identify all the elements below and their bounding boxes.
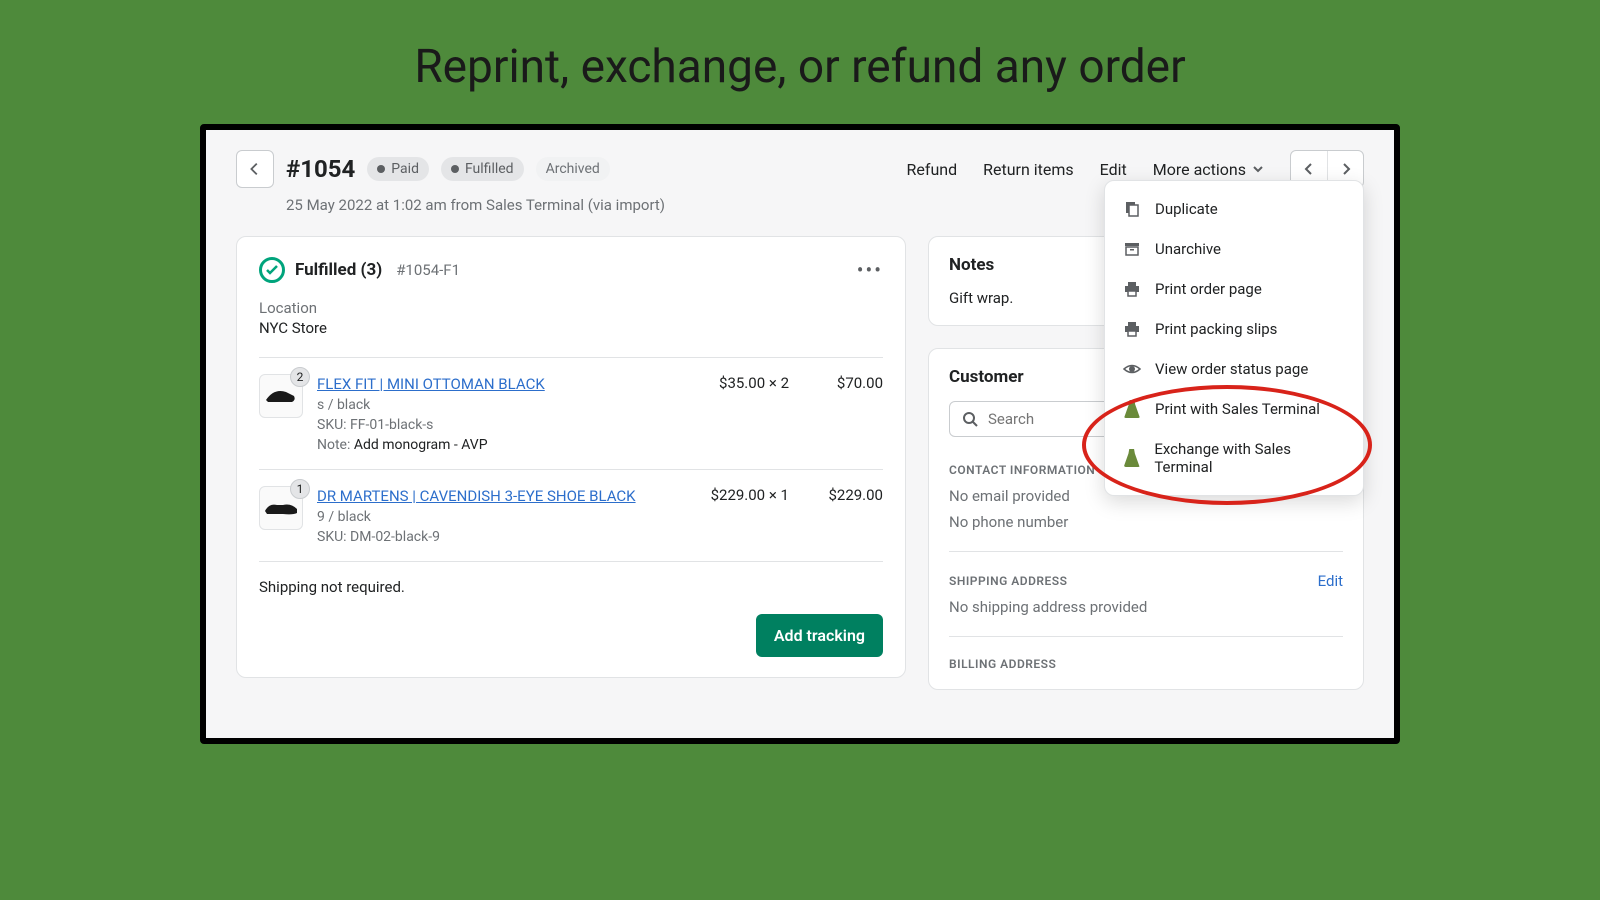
no-shipping: No shipping address provided: [949, 598, 1343, 616]
duplicate-icon: [1123, 200, 1141, 218]
return-items-link[interactable]: Return items: [983, 160, 1074, 179]
more-actions-dropdown: Duplicate Unarchive Print order page Pri…: [1104, 180, 1364, 496]
fulfillment-kebab-icon[interactable]: •••: [857, 258, 883, 282]
product-sku: SKU: FF-01-black-s: [317, 417, 665, 433]
eye-icon: [1123, 360, 1141, 378]
location-value: NYC Store: [259, 319, 883, 337]
paid-badge-label: Paid: [391, 161, 419, 177]
caret-down-icon: [1252, 163, 1264, 175]
back-button[interactable]: [236, 150, 274, 188]
unarchive-icon: [1123, 240, 1141, 258]
order-number: #1054: [286, 155, 355, 183]
dropdown-exchange-terminal-label: Exchange with Sales Terminal: [1154, 440, 1345, 476]
dropdown-view-status-label: View order status page: [1155, 360, 1308, 378]
no-phone: No phone number: [949, 513, 1343, 531]
line-total: $70.00: [803, 374, 883, 392]
edit-link[interactable]: Edit: [1100, 160, 1127, 179]
fulfilled-badge-label: Fulfilled: [465, 161, 514, 177]
line-unit-price: $229.00 × 1: [679, 486, 789, 504]
dropdown-exchange-terminal[interactable]: Exchange with Sales Terminal: [1105, 429, 1363, 487]
fulfillment-title: Fulfilled (3): [295, 260, 382, 280]
dropdown-print-terminal[interactable]: Print with Sales Terminal: [1105, 389, 1363, 429]
app-frame: #1054 Paid Fulfilled Archived Refund Ret…: [200, 124, 1400, 744]
shipping-note: Shipping not required.: [259, 561, 883, 596]
qty-badge: 1: [290, 479, 310, 499]
more-actions-label: More actions: [1153, 160, 1246, 179]
more-actions-button[interactable]: More actions: [1153, 160, 1264, 179]
terminal-icon: [1123, 449, 1140, 467]
add-tracking-button[interactable]: Add tracking: [756, 614, 883, 657]
location-label: Location: [259, 299, 883, 317]
product-link[interactable]: DR MARTENS | CAVENDISH 3-EYE SHOE BLACK: [317, 487, 636, 505]
product-thumbnail: 2: [259, 374, 303, 418]
dropdown-print-order-label: Print order page: [1155, 280, 1262, 298]
line-total: $229.00: [803, 486, 883, 504]
line-unit-price: $35.00 × 2: [679, 374, 789, 392]
archived-badge: Archived: [536, 157, 610, 181]
product-variant: 9 / black: [317, 509, 665, 525]
shipping-address-label: SHIPPING ADDRESS: [949, 574, 1067, 588]
dropdown-print-terminal-label: Print with Sales Terminal: [1155, 400, 1320, 418]
product-variant: s / black: [317, 397, 665, 413]
dropdown-duplicate[interactable]: Duplicate: [1105, 189, 1363, 229]
line-item: 1 DR MARTENS | CAVENDISH 3-EYE SHOE BLAC…: [259, 469, 883, 561]
paid-badge: Paid: [367, 157, 429, 181]
dropdown-unarchive-label: Unarchive: [1155, 240, 1221, 258]
qty-badge: 2: [290, 367, 310, 387]
contact-info-label: CONTACT INFORMATION: [949, 463, 1095, 477]
fulfilled-check-icon: [259, 257, 285, 283]
refund-link[interactable]: Refund: [907, 160, 958, 179]
search-icon: [962, 411, 978, 427]
shipping-edit-link[interactable]: Edit: [1318, 572, 1343, 590]
archived-badge-label: Archived: [546, 161, 600, 177]
terminal-icon: [1123, 400, 1141, 418]
product-link[interactable]: FLEX FIT | MINI OTTOMAN BLACK: [317, 375, 545, 393]
dropdown-unarchive[interactable]: Unarchive: [1105, 229, 1363, 269]
printer-icon: [1123, 280, 1141, 298]
fulfillment-id: #1054-F1: [396, 261, 460, 279]
product-note: Note: Add monogram - AVP: [317, 437, 665, 453]
line-item: 2 FLEX FIT | MINI OTTOMAN BLACK s / blac…: [259, 357, 883, 469]
fulfillment-card: Fulfilled (3) #1054-F1 ••• Location NYC …: [236, 236, 906, 678]
product-sku: SKU: DM-02-black-9: [317, 529, 665, 545]
billing-address-label: BILLING ADDRESS: [949, 657, 1056, 671]
slide-title: Reprint, exchange, or refund any order: [0, 0, 1600, 124]
dropdown-print-slips[interactable]: Print packing slips: [1105, 309, 1363, 349]
fulfilled-badge: Fulfilled: [441, 157, 524, 181]
dropdown-duplicate-label: Duplicate: [1155, 200, 1218, 218]
product-thumbnail: 1: [259, 486, 303, 530]
dropdown-view-status[interactable]: View order status page: [1105, 349, 1363, 389]
dropdown-print-slips-label: Print packing slips: [1155, 320, 1277, 338]
dropdown-print-order[interactable]: Print order page: [1105, 269, 1363, 309]
printer-icon: [1123, 320, 1141, 338]
